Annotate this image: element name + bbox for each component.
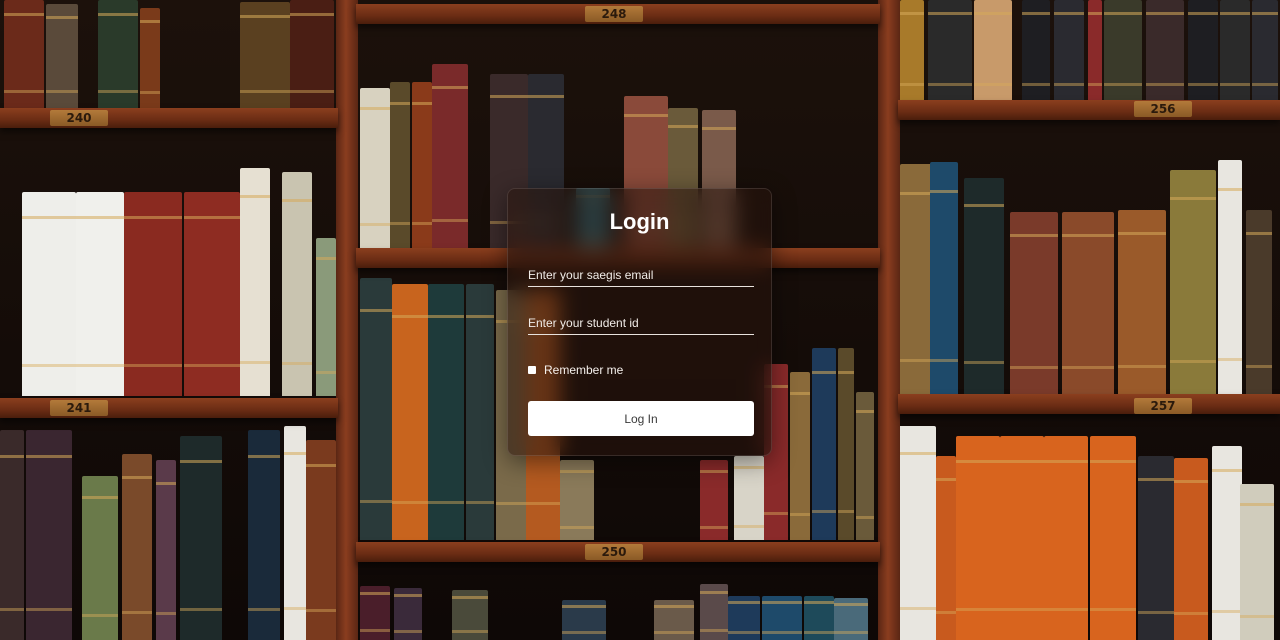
bookcase-upright — [878, 0, 900, 640]
shelf-label: 240 — [50, 110, 108, 126]
email-field[interactable] — [528, 263, 754, 287]
login-button[interactable]: Log In — [528, 401, 754, 436]
books-left-top — [0, 0, 338, 108]
shelf-label: 248 — [585, 6, 643, 22]
shelf-label: 250 — [585, 544, 643, 560]
remember-me[interactable]: Remember me — [528, 363, 623, 377]
books-right-middle — [898, 160, 1280, 394]
login-title: Login — [609, 209, 670, 234]
shelf-label: 256 — [1134, 101, 1192, 117]
books-center-bottom — [356, 570, 880, 640]
books-right-bottom — [898, 426, 1280, 640]
shelf-label: 241 — [50, 400, 108, 416]
books-left-bottom — [0, 420, 338, 640]
bookcase-upright — [336, 0, 358, 640]
shelf — [898, 100, 1280, 120]
login-card: Login Remember me Log In — [507, 188, 772, 456]
shelf — [898, 394, 1280, 414]
books-left-middle — [0, 168, 338, 396]
email-input[interactable] — [528, 263, 754, 286]
student-id-field[interactable] — [528, 311, 754, 335]
student-id-input[interactable] — [528, 311, 754, 334]
books-right-top — [898, 0, 1280, 100]
remember-checkbox[interactable] — [528, 366, 536, 374]
shelf-label: 257 — [1134, 398, 1192, 414]
remember-label: Remember me — [544, 363, 624, 377]
